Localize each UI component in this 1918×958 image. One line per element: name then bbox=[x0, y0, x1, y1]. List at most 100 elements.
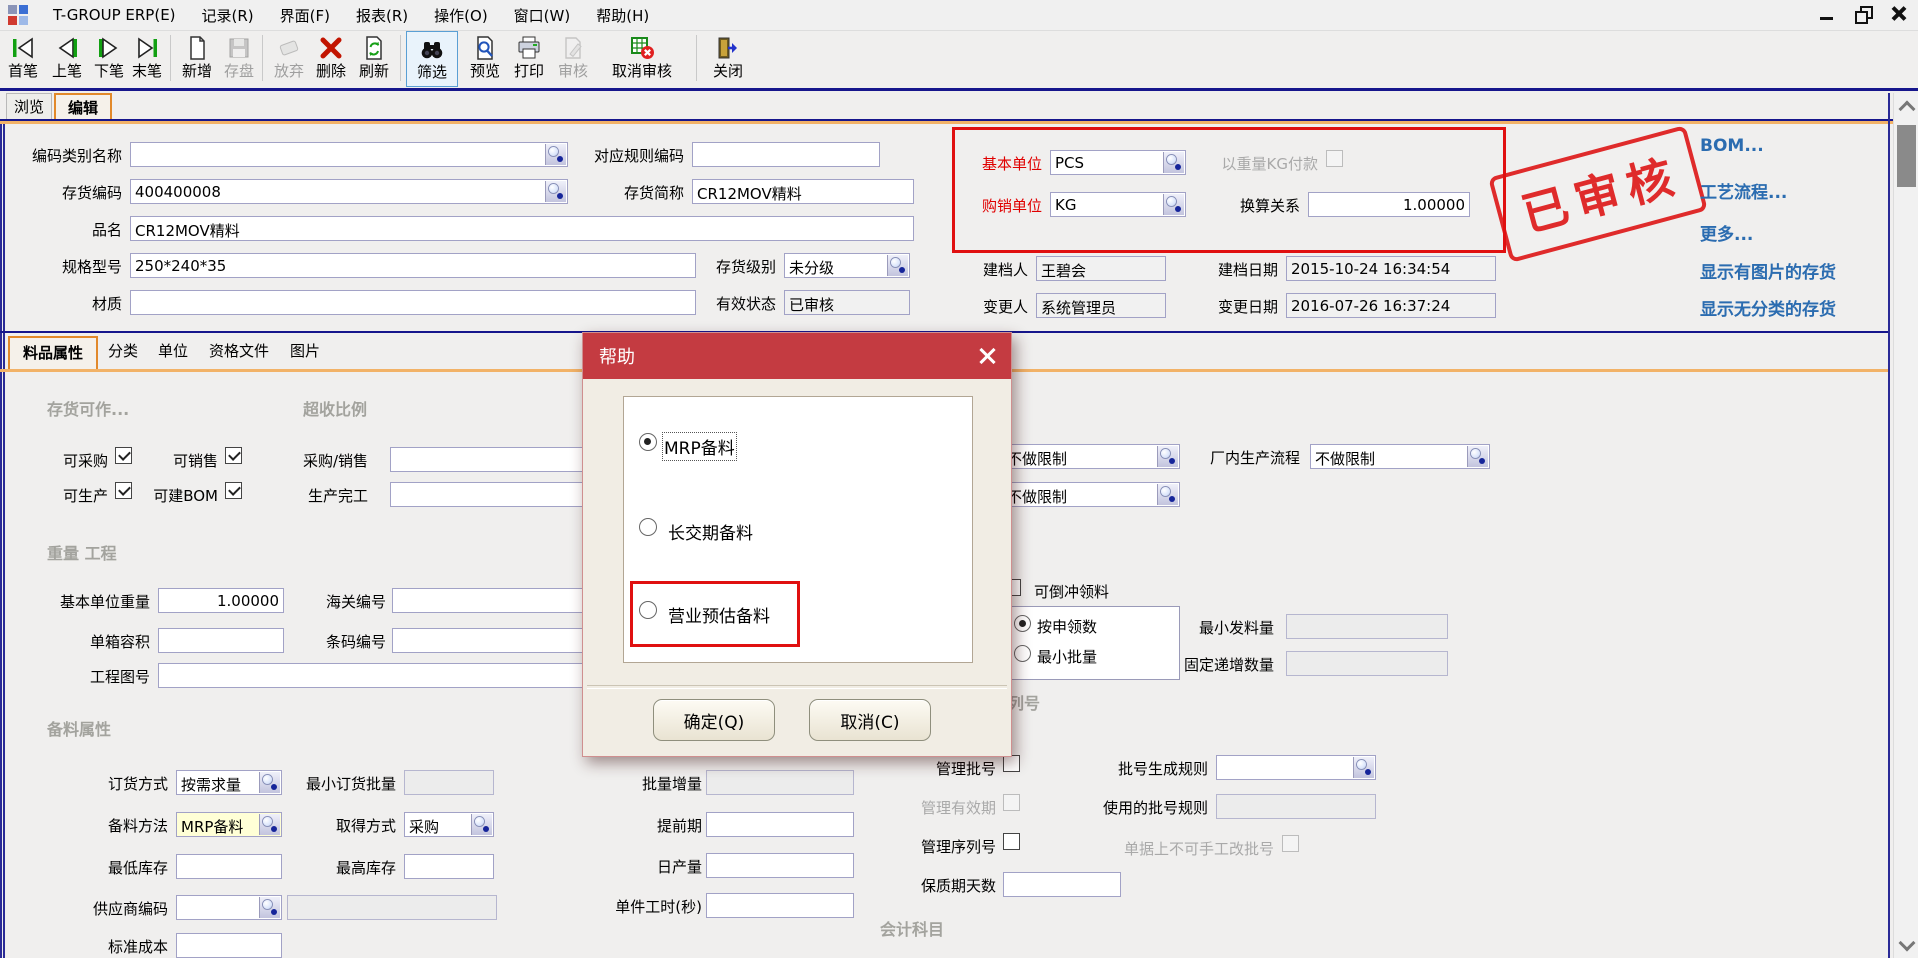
supplier-code-field[interactable] bbox=[176, 895, 282, 920]
vertical-scrollbar bbox=[1893, 93, 1918, 958]
producible-checkbox[interactable] bbox=[115, 482, 132, 499]
lookup-icon[interactable] bbox=[259, 814, 280, 835]
conversion-field[interactable]: 1.00000 bbox=[1308, 192, 1470, 217]
toolbar-filter[interactable]: 筛选 bbox=[406, 31, 458, 87]
coding-category-field[interactable] bbox=[130, 142, 568, 167]
subtab-item-attr[interactable]: 料品属性 bbox=[8, 336, 98, 369]
lead-time-field[interactable] bbox=[706, 812, 854, 837]
subtab-qualification[interactable]: 资格文件 bbox=[200, 336, 278, 369]
toolbar-refresh[interactable]: 刷新 bbox=[352, 31, 396, 87]
link-show-unclassified[interactable]: 显示无分类的存货 bbox=[1700, 295, 1836, 320]
sales-forecast-stock-option-label[interactable]: 营业预估备料 bbox=[668, 602, 770, 627]
can-bom-checkbox[interactable] bbox=[225, 482, 242, 499]
toolbar-cancel-audit[interactable]: 取消审核 bbox=[596, 31, 688, 87]
lookup-icon[interactable] bbox=[887, 255, 908, 276]
drawing-no-field[interactable] bbox=[158, 663, 636, 688]
toolbar-close[interactable]: 关闭 bbox=[704, 31, 752, 87]
close-icon[interactable] bbox=[1888, 4, 1910, 24]
subtab-unit[interactable]: 单位 bbox=[150, 336, 196, 369]
scroll-up-icon[interactable] bbox=[1894, 93, 1918, 119]
factory-flow-field[interactable]: 不做限制 bbox=[1310, 444, 1490, 469]
eraser-icon bbox=[268, 31, 310, 61]
sales-forecast-stock-radio[interactable] bbox=[639, 601, 657, 619]
cancel-button[interactable]: 取消(C) bbox=[809, 699, 931, 741]
std-cost-field[interactable] bbox=[176, 933, 282, 958]
ok-button[interactable]: 确定(Q) bbox=[653, 699, 775, 741]
acquire-mode-field[interactable]: 采购 bbox=[404, 812, 494, 837]
daily-output-field[interactable] bbox=[706, 853, 854, 878]
item-abbr-field[interactable]: CR12MOV精料 bbox=[692, 179, 914, 204]
lookup-icon[interactable] bbox=[471, 814, 492, 835]
toolbar-last[interactable]: 末笔 bbox=[126, 31, 168, 87]
toolbar-prev[interactable]: 上笔 bbox=[46, 31, 88, 87]
manage-batch-checkbox[interactable] bbox=[1003, 755, 1020, 772]
menu-operation[interactable]: 操作(O) bbox=[421, 2, 501, 29]
order-mode-field[interactable]: 按需求量 bbox=[176, 770, 282, 795]
minimize-icon[interactable] bbox=[1816, 4, 1838, 24]
batch-rule-field[interactable] bbox=[1216, 755, 1376, 780]
product-name-field[interactable]: CR12MOV精料 bbox=[130, 216, 914, 241]
toolbar-preview[interactable]: 预览 bbox=[464, 31, 506, 87]
level-field[interactable]: 未分级 bbox=[784, 253, 910, 278]
limit1-field[interactable]: 不做限制 bbox=[1002, 444, 1180, 469]
lookup-icon[interactable] bbox=[1157, 484, 1178, 505]
menu-window[interactable]: 窗口(W) bbox=[501, 2, 584, 29]
purchasable-checkbox[interactable] bbox=[115, 447, 132, 464]
base-unit-weight-field[interactable]: 1.00000 bbox=[158, 588, 284, 613]
toolbar-new[interactable]: 新增 bbox=[176, 31, 218, 87]
menu-record[interactable]: 记录(R) bbox=[189, 2, 267, 29]
rule-code-field[interactable] bbox=[692, 142, 880, 167]
tab-browse[interactable]: 浏览 bbox=[6, 93, 52, 121]
lookup-icon[interactable] bbox=[259, 772, 280, 793]
toolbar-first[interactable]: 首笔 bbox=[2, 31, 44, 87]
lookup-icon[interactable] bbox=[545, 181, 566, 202]
lookup-icon[interactable] bbox=[545, 144, 566, 165]
sellable-label: 可销售 bbox=[166, 450, 218, 471]
spec-field[interactable]: 250*240*35 bbox=[130, 253, 696, 278]
unit-hours-field[interactable] bbox=[706, 893, 854, 918]
long-lead-stock-radio[interactable] bbox=[639, 518, 657, 536]
dialog-close-icon[interactable] bbox=[975, 343, 1001, 369]
scrollbar-thumb[interactable] bbox=[1897, 125, 1916, 187]
lookup-icon[interactable] bbox=[259, 897, 280, 918]
tab-edit[interactable]: 编辑 bbox=[54, 93, 112, 121]
link-show-with-images[interactable]: 显示有图片的存货 bbox=[1700, 258, 1836, 283]
link-bom[interactable]: BOM... bbox=[1700, 136, 1764, 156]
sellable-checkbox[interactable] bbox=[225, 447, 242, 464]
toolbar-print[interactable]: 打印 bbox=[508, 31, 550, 87]
mrp-stock-radio[interactable] bbox=[639, 433, 657, 451]
lookup-icon[interactable] bbox=[1353, 757, 1374, 778]
shelf-days-field[interactable] bbox=[1003, 872, 1121, 897]
menu-report[interactable]: 报表(R) bbox=[343, 2, 421, 29]
long-lead-stock-option-label[interactable]: 长交期备料 bbox=[668, 519, 753, 544]
min-stock-field[interactable] bbox=[176, 854, 282, 879]
lookup-icon[interactable] bbox=[1163, 152, 1184, 173]
new-doc-icon bbox=[176, 31, 218, 61]
lookup-icon[interactable] bbox=[1467, 446, 1488, 467]
issue-by-request-radio[interactable] bbox=[1014, 615, 1031, 632]
toolbar-delete[interactable]: 删除 bbox=[310, 31, 352, 87]
material-field[interactable] bbox=[130, 290, 696, 315]
menu-help[interactable]: 帮助(H) bbox=[583, 2, 662, 29]
lookup-icon[interactable] bbox=[1157, 446, 1178, 467]
menu-interface[interactable]: 界面(F) bbox=[267, 2, 343, 29]
max-stock-field[interactable] bbox=[404, 854, 494, 879]
manage-serial-checkbox[interactable] bbox=[1003, 833, 1020, 850]
limit2-field[interactable]: 不做限制 bbox=[1002, 482, 1180, 507]
subtab-image[interactable]: 图片 bbox=[282, 336, 328, 369]
stock-method-field[interactable]: MRP备料 bbox=[176, 812, 282, 837]
issue-min-batch-radio[interactable] bbox=[1014, 645, 1031, 662]
item-code-field[interactable]: 400400008 bbox=[130, 179, 568, 204]
mrp-stock-option-label[interactable]: MRP备料 bbox=[664, 434, 735, 459]
trade-unit-field[interactable]: KG bbox=[1050, 192, 1186, 217]
link-process-flow[interactable]: 工艺流程... bbox=[1700, 178, 1787, 203]
restore-icon[interactable] bbox=[1852, 4, 1874, 24]
toolbar-next[interactable]: 下笔 bbox=[88, 31, 130, 87]
lookup-icon[interactable] bbox=[1163, 194, 1184, 215]
base-unit-field[interactable]: PCS bbox=[1050, 150, 1186, 175]
link-more[interactable]: 更多... bbox=[1700, 220, 1753, 245]
subtab-category[interactable]: 分类 bbox=[100, 336, 146, 369]
scroll-down-icon[interactable] bbox=[1894, 932, 1918, 958]
box-volume-field[interactable] bbox=[158, 628, 284, 653]
menu-app[interactable]: T-GROUP ERP(E) bbox=[40, 3, 189, 27]
